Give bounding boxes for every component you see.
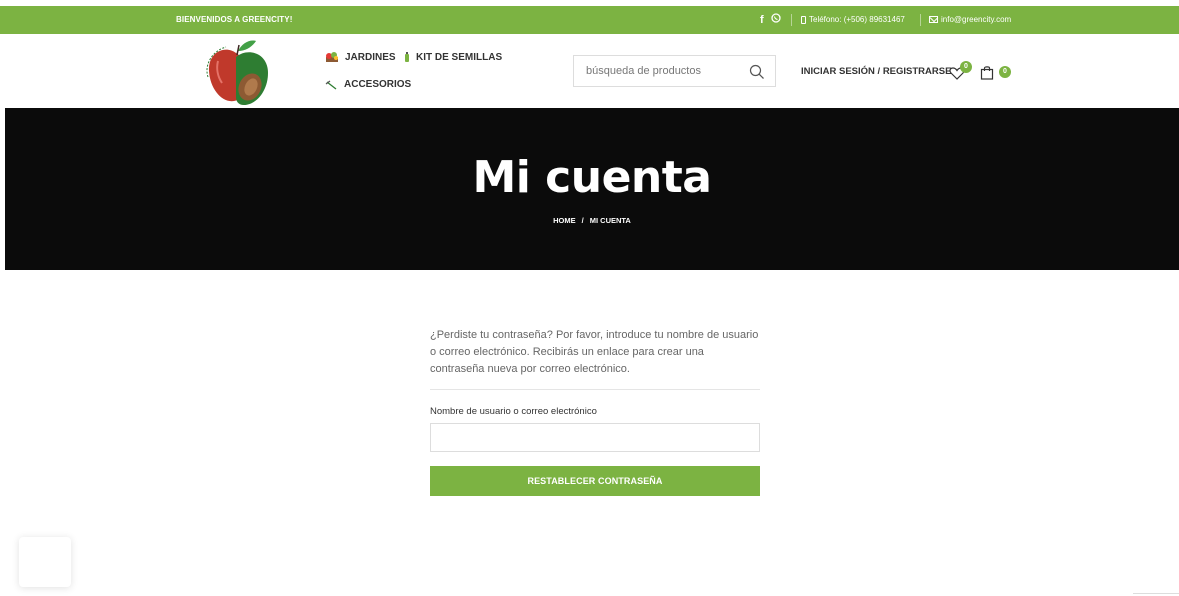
cart-count-badge: 0 xyxy=(999,66,1011,78)
corner-divider xyxy=(1133,593,1179,594)
wishlist-count-badge: 0 xyxy=(960,61,972,73)
username-email-field-wrapper xyxy=(430,423,760,452)
phone-text: Teléfono: (+506) 89631467 xyxy=(809,15,905,24)
page-title-banner: Mi cuenta HOME / MI CUENTA xyxy=(5,108,1179,270)
page-title: Mi cuenta xyxy=(472,152,712,203)
welcome-text: BIENVENIDOS A GREENCITY! xyxy=(176,15,293,24)
nav-accesorios[interactable]: ACCESORIOS xyxy=(325,79,411,90)
breadcrumb-current: MI CUENTA xyxy=(589,216,631,225)
cart-button[interactable]: 0 xyxy=(980,64,1011,80)
whatsapp-icon[interactable] xyxy=(771,13,781,27)
form-divider xyxy=(430,389,760,390)
shopping-bag-icon xyxy=(980,66,994,80)
site-header: JARDINES KIT DE SEMILLAS ACCESORIOS INIC… xyxy=(0,34,1179,108)
email-text: info@greencity.com xyxy=(941,15,1012,24)
nav-accesorios-label: ACCESORIOS xyxy=(344,79,412,90)
form-intro-text: ¿Perdiste tu contraseña? Por favor, intr… xyxy=(430,329,759,375)
breadcrumb-home[interactable]: HOME xyxy=(553,216,576,225)
search-box xyxy=(573,55,776,87)
nav-jardines[interactable]: JARDINES xyxy=(325,51,396,63)
social-links: f xyxy=(760,13,781,27)
phone-icon xyxy=(801,15,806,24)
wishlist-button[interactable]: 0 xyxy=(949,61,972,80)
lost-password-form: ¿Perdiste tu contraseña? Por favor, intr… xyxy=(430,327,760,496)
username-email-field[interactable] xyxy=(431,424,759,451)
phone-contact[interactable]: Teléfono: (+506) 89631467 xyxy=(801,15,905,24)
divider xyxy=(920,14,921,26)
email-contact[interactable]: info@greencity.com xyxy=(929,15,1011,24)
login-register-link[interactable]: INICIAR SESIÓN / REGISTRARSE xyxy=(801,66,951,77)
nav-kit-de-semillas[interactable]: KIT DE SEMILLAS xyxy=(404,51,502,63)
facebook-icon[interactable]: f xyxy=(760,13,764,27)
nav-kit-label: KIT DE SEMILLAS xyxy=(416,51,503,63)
site-logo[interactable] xyxy=(198,37,274,107)
search-input[interactable] xyxy=(574,56,734,86)
breadcrumb: HOME / MI CUENTA xyxy=(5,216,1179,225)
mail-icon xyxy=(929,16,938,23)
top-bar: BIENVENIDOS A GREENCITY! f Teléfono: (+5… xyxy=(0,6,1179,34)
reset-password-button[interactable]: RESTABLECER CONTRASEÑA xyxy=(430,466,760,496)
search-icon[interactable] xyxy=(749,64,765,80)
seed-bottle-icon xyxy=(405,52,409,62)
rake-icon xyxy=(325,79,337,90)
chat-widget[interactable] xyxy=(19,537,71,587)
divider xyxy=(791,14,792,26)
breadcrumb-separator: / xyxy=(581,216,584,225)
username-email-label: Nombre de usuario o correo electrónico xyxy=(430,406,597,417)
nav-jardines-label: JARDINES xyxy=(345,51,396,63)
garden-icon xyxy=(326,52,338,62)
